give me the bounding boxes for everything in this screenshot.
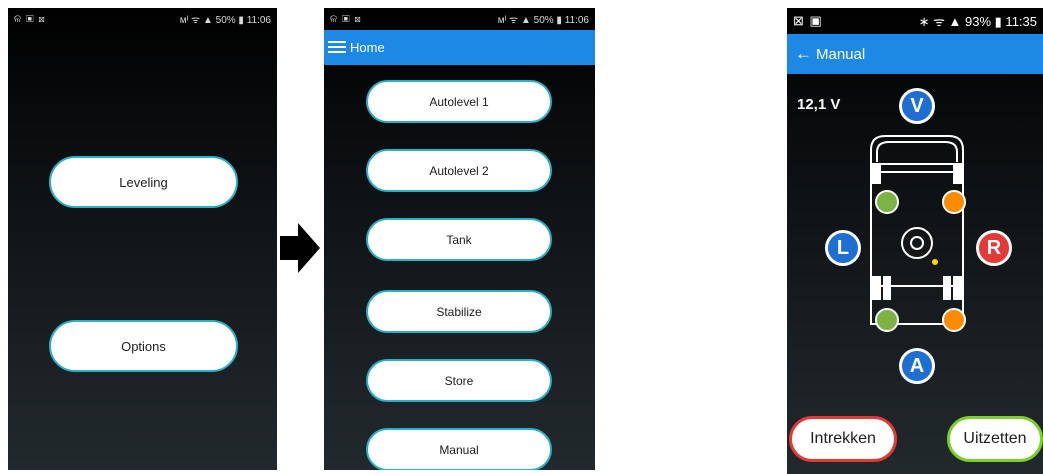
leveling-button[interactable]: Leveling (49, 156, 238, 208)
tank-button[interactable]: Tank (366, 218, 552, 261)
leg-back-right[interactable] (942, 308, 966, 332)
manual-button[interactable]: Manual (366, 428, 552, 470)
app-bar: ← Manual (787, 34, 1043, 74)
indicator-dot-icon (932, 259, 938, 265)
status-right: ᴍᴵ ᯤ ▲ 50% ▮ 11:06 (497, 15, 589, 26)
back-arrow-icon[interactable]: ← (795, 44, 812, 64)
store-button[interactable]: Store (366, 359, 552, 402)
status-right: ∗ ᯤ ▲ 93% ▮ 11:35 (918, 14, 1037, 29)
leg-front-right[interactable] (942, 190, 966, 214)
app-bar-title: Manual (816, 45, 866, 63)
voltage-readout: 12,1 V (797, 96, 841, 113)
app-bar: Home (324, 30, 595, 65)
status-bar: ⊠ ▣ ∗ ᯤ ▲ 93% ▮ 11:35 (787, 8, 1043, 34)
left-button[interactable]: L (825, 230, 861, 266)
retract-button[interactable]: Intrekken (789, 416, 897, 462)
extend-button[interactable]: Uitzetten (947, 416, 1043, 462)
right-button[interactable]: R (976, 230, 1012, 266)
status-bar: ଳ ▣ ⊠ ᴍᴵ ᯤ ▲ 50% ▮ 11:06 (8, 8, 277, 30)
menu-icon[interactable] (328, 41, 346, 54)
status-right: ᴍᴵ ᯤ ▲ 50% ▮ 11:06 (179, 15, 271, 26)
stabilize-button[interactable]: Stabilize (366, 290, 552, 333)
autolevel-2-button[interactable]: Autolevel 2 (366, 149, 552, 192)
phone-screen-home: ଳ ▣ ⊠ ᴍᴵ ᯤ ▲ 50% ▮ 11:06 Home Autolevel … (324, 8, 595, 470)
status-left-icons: ଳ ▣ ⊠ (330, 13, 362, 25)
phone-screen-start: ଳ ▣ ⊠ ᴍᴵ ᯤ ▲ 50% ▮ 11:06 Leveling Option… (8, 8, 277, 470)
right-arrow-icon (278, 221, 322, 275)
status-left-icons: ଳ ▣ ⊠ (14, 13, 46, 25)
status-left-icons: ⊠ ▣ (793, 13, 823, 28)
phone-screen-manual: ⊠ ▣ ∗ ᯤ ▲ 93% ▮ 11:35 ← Manual 12,1 V V … (787, 8, 1043, 474)
leg-front-left[interactable] (875, 190, 899, 214)
front-button[interactable]: V (899, 88, 935, 124)
app-bar-title: Home (350, 40, 385, 55)
back-button[interactable]: A (899, 348, 935, 384)
autolevel-1-button[interactable]: Autolevel 1 (366, 80, 552, 123)
status-bar: ଳ ▣ ⊠ ᴍᴵ ᯤ ▲ 50% ▮ 11:06 (324, 8, 595, 30)
leg-back-left[interactable] (875, 308, 899, 332)
options-button[interactable]: Options (49, 320, 238, 372)
